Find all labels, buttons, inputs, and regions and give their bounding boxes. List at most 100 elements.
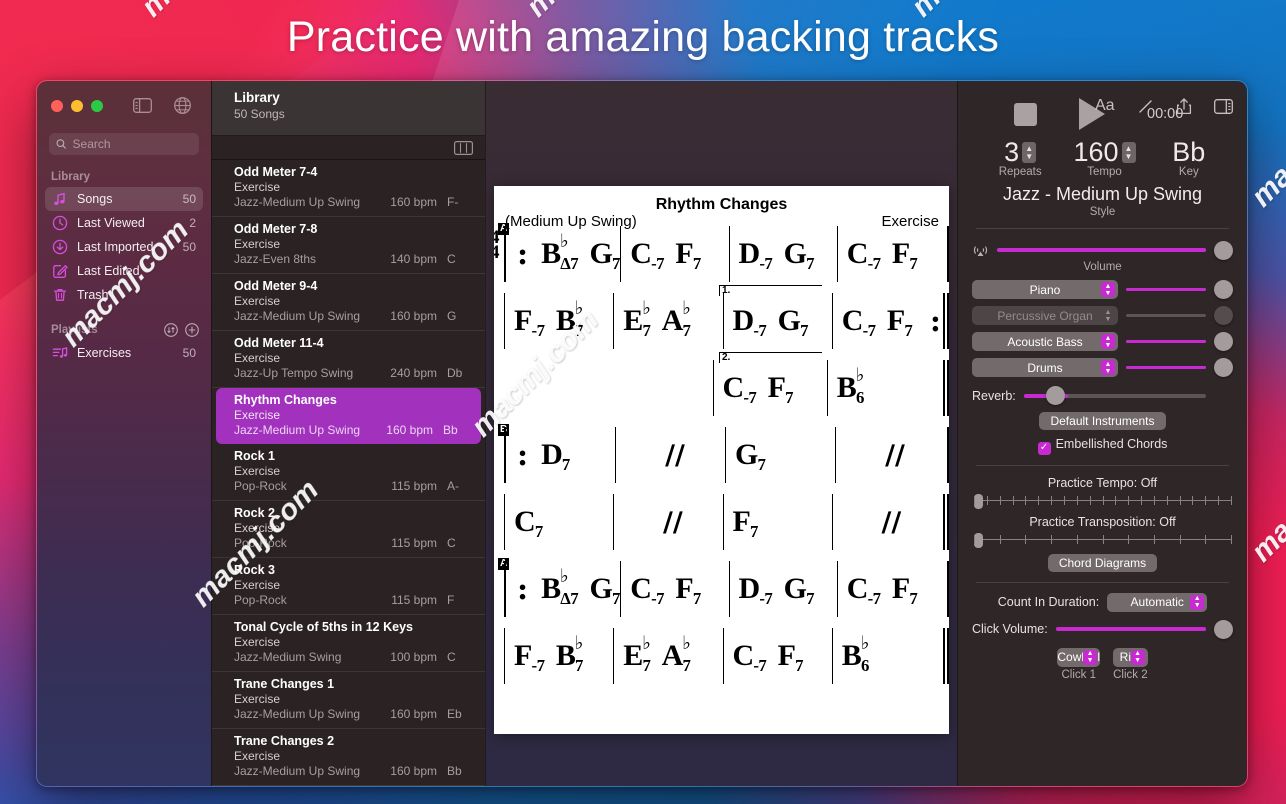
list-toolbar (212, 136, 485, 160)
chord-system: A44:B♭Δ7G7C-7F7D-7G7C-7F7 (494, 223, 949, 293)
instrument-volume-knob-bass[interactable] (1214, 332, 1233, 351)
sidebar-item-exercises[interactable]: Exercises 50 (45, 341, 203, 365)
click2-select[interactable]: Rim ▲▼ (1113, 647, 1148, 667)
table-row[interactable]: Trane Changes 1 Exercise Jazz-Medium Up Sw… (212, 672, 485, 729)
style-label: Style (1089, 206, 1116, 218)
table-row[interactable]: Odd Meter 7-8 Exercise Jazz-Even 8ths 140 b… (212, 217, 485, 274)
song-title: Odd Meter 7-4 (234, 165, 318, 179)
key-value: Bb (1172, 137, 1206, 167)
chord-symbol: B ♭ 7 (555, 298, 584, 340)
globe-icon[interactable] (174, 97, 191, 114)
practice-transposition-slider[interactable] (974, 532, 1232, 548)
instrument-volume-knob-piano[interactable] (1214, 280, 1233, 299)
slider-tick (974, 534, 975, 544)
table-row[interactable]: Rhythm Changes Exercise Jazz-Medium Up Swi… (216, 388, 481, 444)
click1-select[interactable]: Cowbell ▲ ▼ (1057, 647, 1101, 667)
stop-icon[interactable] (1014, 102, 1037, 126)
table-row[interactable]: Rock 2 Exercise Pop-Rock 115 bpm C (212, 501, 485, 558)
song-composer: Exercise (234, 294, 281, 308)
measure: F-7 B ♭ 7 (504, 293, 613, 349)
sidebar-item-last-edited[interactable]: Last Edited (45, 259, 203, 283)
reverb-knob[interactable] (1046, 386, 1065, 405)
volume-slider[interactable] (972, 239, 1233, 261)
chord-diagrams-button[interactable]: Chord Diagrams (1047, 553, 1158, 572)
chord-symbol: D7 (541, 438, 570, 474)
slider-tick (1141, 495, 1143, 505)
sidebar-item-count: 50 (182, 240, 196, 254)
song-key: A- (447, 479, 459, 493)
measure: C-7 F7: (831, 293, 941, 349)
instrument-select-organ[interactable]: Percussive Organ ▲ ▼ (972, 306, 1118, 325)
style-value: Jazz - Medium Up Swing (1002, 184, 1203, 204)
barline (943, 293, 949, 349)
chord-symbol: F7 (891, 237, 918, 273)
instrument-select-drums[interactable]: Drums ▲ ▼ (972, 358, 1118, 377)
count-in-select[interactable]: Automatic ▲ ▼ (1107, 592, 1208, 612)
table-row[interactable]: Trane Changes 2 Exercise Jazz-Medium Up Sw… (212, 729, 485, 786)
song-style: Pop-Rock (234, 536, 287, 550)
song-composer: Exercise (234, 351, 281, 365)
click1-caption: Click 1 (1061, 668, 1096, 681)
instrument-volume-knob-drums[interactable] (1214, 358, 1233, 377)
repeats-stepper[interactable]: ▲ ▼ (1022, 142, 1037, 163)
repeats-param[interactable]: 3 ▲ ▼ Repeats (978, 137, 1062, 178)
table-row[interactable]: Odd Meter 9-4 Exercise Jazz-Medium Up Swin… (212, 274, 485, 331)
sort-icon[interactable] (164, 323, 178, 337)
instrument-volume-track-bass[interactable] (1126, 340, 1206, 343)
add-icon[interactable] (185, 323, 199, 337)
style-row[interactable]: Jazz - Medium Up Swing Style (972, 184, 1233, 218)
chord-symbol: B ♭ Δ7 (541, 566, 579, 608)
tempo-stepper[interactable]: ▲ ▼ (1121, 142, 1136, 163)
measure: E ♭ 7 A ♭ 7 (613, 628, 722, 684)
default-instruments-button[interactable]: Default Instruments (1039, 412, 1166, 430)
click-volume-track[interactable] (1055, 627, 1206, 631)
sidebar-item-songs[interactable]: Songs 50 (45, 187, 203, 211)
minimize-button[interactable] (71, 99, 83, 112)
column-view-icon[interactable] (454, 140, 473, 155)
chevron-updown-icon: ▲ ▼ (1104, 308, 1112, 323)
zoom-button[interactable] (91, 99, 103, 112)
slider-tick (1076, 495, 1078, 505)
instrument-volume-track-organ[interactable] (1126, 314, 1206, 317)
tempo-param[interactable]: 160 ▲ ▼ Tempo (1062, 137, 1146, 178)
search-field[interactable] (49, 133, 199, 155)
volume-track[interactable] (997, 248, 1206, 252)
embellished-chords-checkbox[interactable]: ✓ (1037, 441, 1051, 455)
song-title: Rock 3 (234, 563, 275, 577)
text-size-icon[interactable]: Aa (1095, 97, 1115, 115)
song-list[interactable]: Odd Meter 7-4 Exercise Jazz-Medium Up Swin… (212, 160, 485, 786)
table-row[interactable]: Rock 3 Exercise Pop-Rock 115 bpm F (212, 558, 485, 615)
lead-sheet[interactable]: Rhythm Changes (Medium Up Swing) Exercis… (494, 186, 949, 734)
sidebar: Library Songs 50 Last Viewed 2 Last Impo… (37, 81, 211, 786)
table-row[interactable]: Odd Meter 7-4 Exercise Jazz-Medium Up Swin… (212, 160, 485, 217)
instrument-select-piano[interactable]: Piano ▲ ▼ (972, 280, 1118, 299)
volume-knob[interactable] (1214, 240, 1233, 260)
table-row[interactable]: Rock 1 Exercise Pop-Rock 115 bpm A- (212, 444, 485, 501)
sidebar-item-trash[interactable]: Trash (45, 283, 203, 307)
table-row[interactable]: Tonal Cycle of 5ths in 12 Keys Exercise Ja… (212, 615, 485, 672)
pencil-icon[interactable] (1137, 98, 1154, 115)
close-button[interactable] (51, 99, 63, 112)
song-key: Db (447, 366, 463, 380)
click-volume-knob[interactable] (1214, 619, 1233, 639)
instrument-volume-track-piano[interactable] (1126, 288, 1206, 291)
sidebar-toggle-icon[interactable] (133, 98, 152, 113)
key-param[interactable]: Bb Key (1147, 137, 1231, 178)
chord-symbol: G7 (589, 572, 621, 608)
song-key: Eb (447, 707, 462, 721)
practice-tempo-slider[interactable] (974, 493, 1232, 509)
inspector-toggle-icon[interactable] (1213, 98, 1233, 114)
search-input[interactable] (72, 137, 192, 151)
instrument-volume-knob-organ[interactable] (1214, 306, 1233, 325)
instrument-row-piano: Piano ▲ ▼ (972, 280, 1233, 299)
instrument-name: Drums (1027, 360, 1063, 375)
sidebar-item-last-imported[interactable]: Last Imported 50 (45, 235, 203, 259)
table-row[interactable]: Odd Meter 11-4 Exercise Jazz-Up Tempo Swin… (212, 331, 485, 388)
share-icon[interactable] (1176, 97, 1192, 115)
instrument-volume-track-drums[interactable] (1126, 366, 1206, 369)
chord-symbol: G7 (735, 438, 766, 474)
sidebar-item-last-viewed[interactable]: Last Viewed 2 (45, 211, 203, 235)
instrument-select-bass[interactable]: Acoustic Bass ▲ ▼ (972, 332, 1118, 351)
sidebar-section-playlists-label: Playlists (51, 324, 98, 336)
song-key: G (447, 309, 457, 323)
